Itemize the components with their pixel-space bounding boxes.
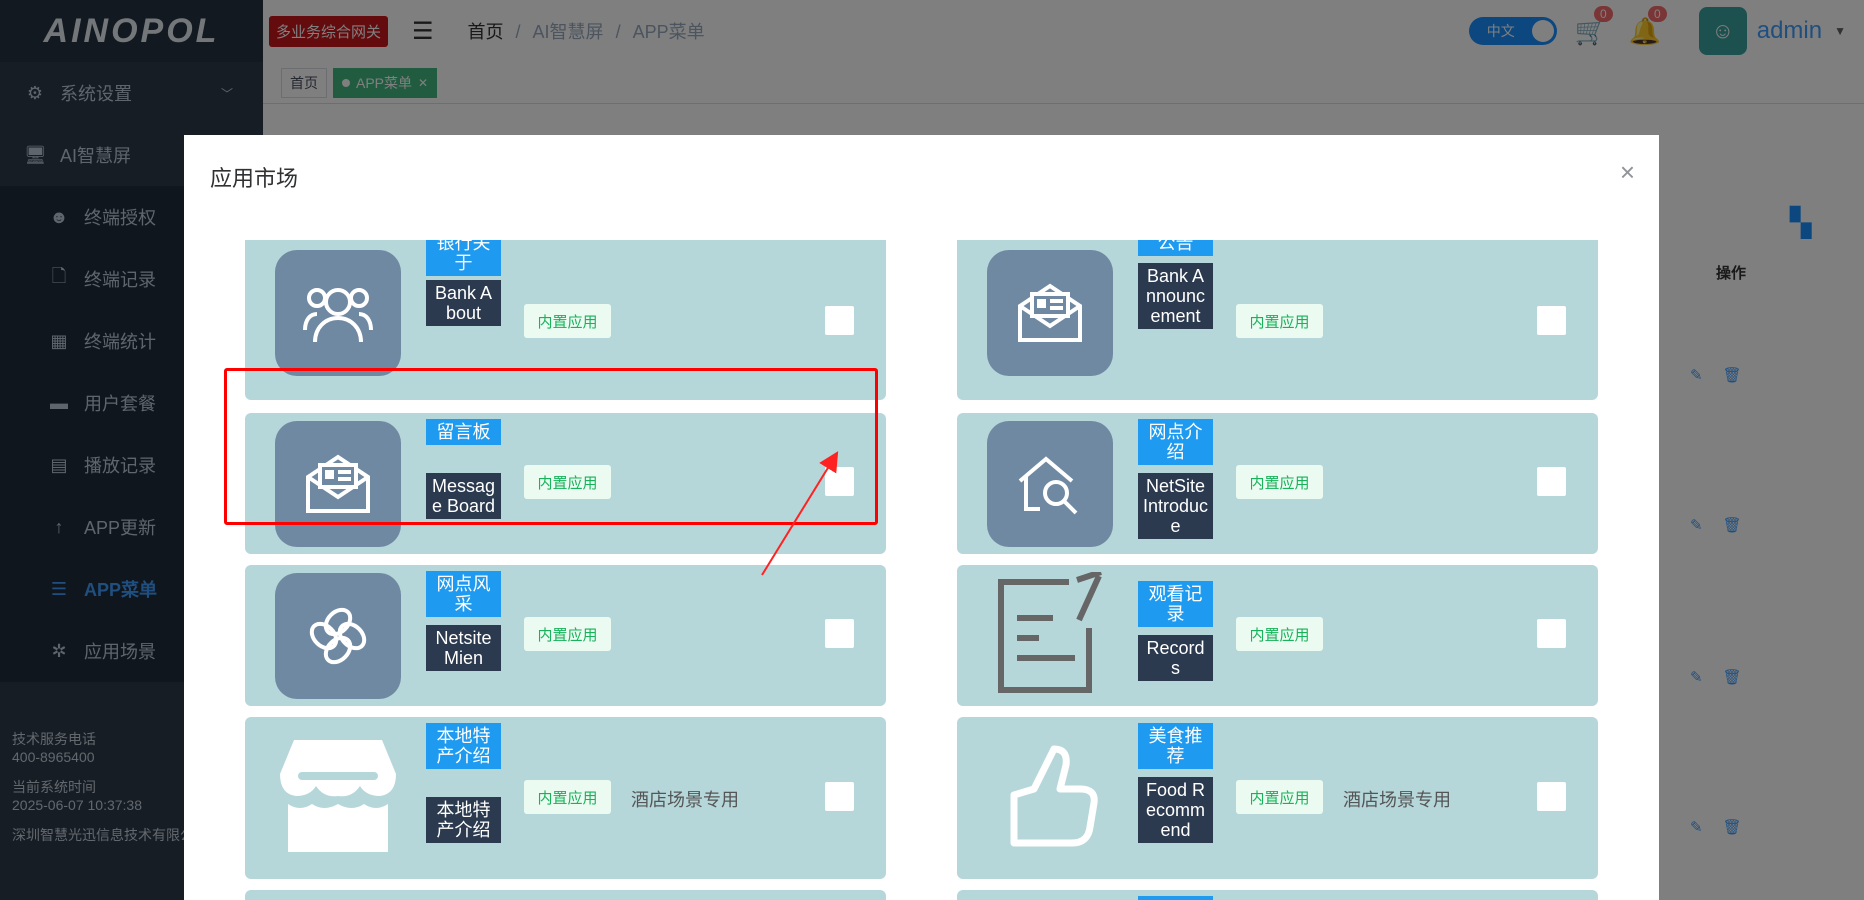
annotation-arrow-icon: [761, 451, 839, 576]
